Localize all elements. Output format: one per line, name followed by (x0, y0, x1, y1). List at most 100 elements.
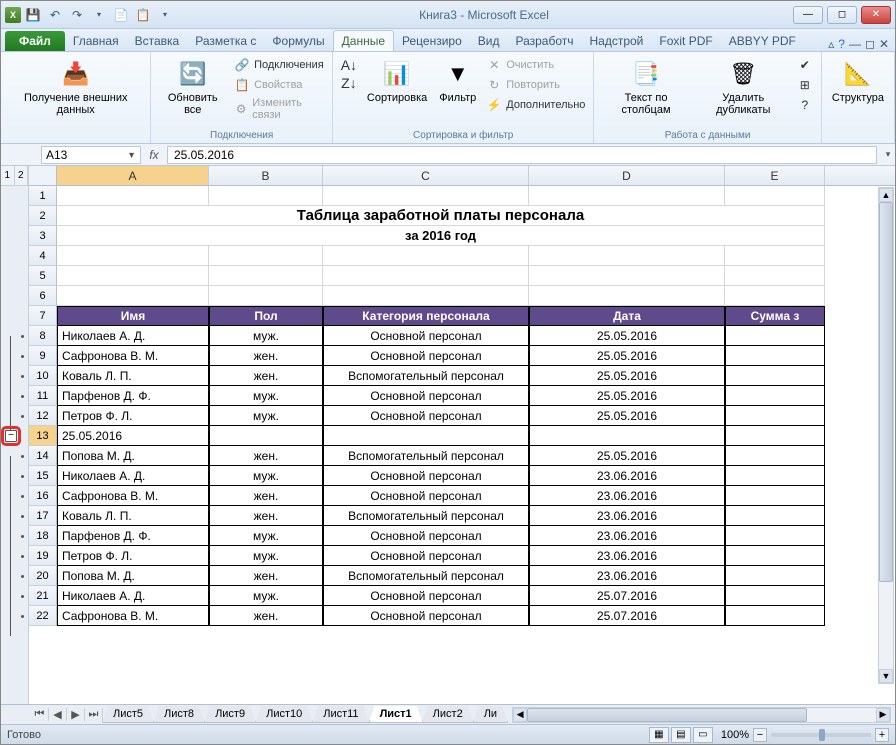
row-header[interactable]: 14 (29, 446, 57, 466)
row-header[interactable]: 12 (29, 406, 57, 426)
zoom-level[interactable]: 100% (721, 729, 749, 741)
ribbon-tab-7[interactable]: Разработч (507, 31, 581, 51)
data-cell[interactable] (725, 566, 825, 586)
edit-links-button[interactable]: ⚙Изменить связи (232, 96, 326, 122)
row-header[interactable]: 19 (29, 546, 57, 566)
sheet-nav-prev-icon[interactable]: ◀ (49, 708, 67, 721)
data-cell[interactable]: Основной персонал (323, 526, 529, 546)
file-tab[interactable]: Файл (5, 31, 65, 51)
formula-input[interactable]: 25.05.2016 (167, 146, 877, 164)
data-cell[interactable] (725, 366, 825, 386)
get-external-data-button[interactable]: 📥 Получение внешних данных (7, 56, 144, 118)
data-cell[interactable]: Основной персонал (323, 326, 529, 346)
namebox-dropdown-icon[interactable]: ▼ (127, 150, 136, 160)
name-box[interactable]: A13 ▼ (41, 146, 141, 164)
data-cell[interactable]: 23.06.2016 (529, 486, 725, 506)
cell[interactable] (323, 246, 529, 266)
data-cell[interactable]: 25.05.2016 (529, 446, 725, 466)
row-header[interactable]: 13 (29, 426, 57, 446)
close-button[interactable]: ✕ (861, 6, 891, 24)
data-cell[interactable]: Петров Ф. Л. (57, 406, 209, 426)
data-cell[interactable]: муж. (209, 466, 323, 486)
clear-filter-button[interactable]: ✕Очистить (484, 56, 587, 74)
ribbon-tab-9[interactable]: Foxit PDF (651, 31, 720, 51)
data-cell[interactable]: 23.06.2016 (529, 506, 725, 526)
data-cell[interactable]: жен. (209, 446, 323, 466)
data-cell[interactable] (725, 546, 825, 566)
cell[interactable] (57, 286, 209, 306)
sheet-tab[interactable]: Ли (473, 706, 508, 723)
ribbon-tab-2[interactable]: Разметка с (187, 31, 264, 51)
sheet-tab[interactable]: Лист11 (312, 706, 369, 723)
cell[interactable] (57, 246, 209, 266)
formula-expand-icon[interactable]: ▾ (881, 149, 895, 160)
normal-view-button[interactable]: ▦ (649, 727, 669, 743)
data-cell[interactable] (725, 326, 825, 346)
hscroll-thumb[interactable] (527, 708, 807, 722)
data-cell[interactable] (725, 446, 825, 466)
data-cell[interactable]: муж. (209, 586, 323, 606)
cell[interactable] (209, 186, 323, 206)
cell[interactable] (57, 186, 209, 206)
scroll-left-icon[interactable]: ◀ (513, 708, 527, 722)
data-cell[interactable]: Основной персонал (323, 606, 529, 626)
data-cell[interactable]: Коваль Л. П. (57, 506, 209, 526)
data-cell[interactable]: жен. (209, 486, 323, 506)
table-header[interactable]: Имя (57, 306, 209, 326)
row-header[interactable]: 18 (29, 526, 57, 546)
cell[interactable] (323, 266, 529, 286)
doc-minimize-icon[interactable]: — (849, 37, 861, 51)
data-cell[interactable]: 23.06.2016 (529, 546, 725, 566)
data-cell[interactable] (725, 346, 825, 366)
data-cell[interactable]: муж. (209, 526, 323, 546)
row-header[interactable]: 2 (29, 206, 57, 226)
properties-button[interactable]: 📋Свойства (232, 76, 326, 94)
col-header-e[interactable]: E (725, 166, 825, 185)
row-header[interactable]: 15 (29, 466, 57, 486)
advanced-filter-button[interactable]: ⚡Дополнительно (484, 96, 587, 114)
ribbon-tab-1[interactable]: Вставка (127, 31, 188, 51)
data-cell[interactable]: Николаев А. Д. (57, 326, 209, 346)
cell[interactable] (725, 286, 825, 306)
row-header[interactable]: 9 (29, 346, 57, 366)
qat-custom-2[interactable]: 📋 (133, 5, 153, 25)
data-cell[interactable]: 23.06.2016 (529, 466, 725, 486)
scroll-right-icon[interactable]: ▶ (876, 708, 890, 722)
worksheet-grid[interactable]: 12Таблица заработной платы персонала3за … (29, 186, 895, 626)
ribbon-minimize-icon[interactable]: ▵ (828, 37, 834, 51)
ribbon-tab-8[interactable]: Надстрой (582, 31, 652, 51)
data-cell[interactable]: Основной персонал (323, 406, 529, 426)
data-cell[interactable]: Попова М. Д. (57, 566, 209, 586)
data-cell[interactable]: 25.05.2016 (529, 366, 725, 386)
subtotal-cell[interactable]: 25.05.2016 (57, 426, 209, 446)
ribbon-tab-4[interactable]: Данные (333, 30, 394, 51)
ribbon-tab-0[interactable]: Главная (65, 31, 127, 51)
doc-restore-icon[interactable]: ◻ (865, 37, 875, 51)
qat-more-icon[interactable]: ▾ (89, 5, 109, 25)
row-header[interactable]: 1 (29, 186, 57, 206)
cell[interactable] (725, 426, 825, 446)
data-cell[interactable]: Основной персонал (323, 486, 529, 506)
row-header[interactable]: 8 (29, 326, 57, 346)
data-cell[interactable]: Николаев А. Д. (57, 466, 209, 486)
reapply-filter-button[interactable]: ↻Повторить (484, 76, 587, 94)
ribbon-tab-6[interactable]: Вид (470, 31, 508, 51)
page-layout-view-button[interactable]: ▤ (671, 727, 691, 743)
col-header-a[interactable]: A (57, 166, 209, 185)
maximize-button[interactable]: ◻ (827, 6, 857, 24)
minimize-button[interactable]: — (793, 6, 823, 24)
sheet-tab[interactable]: Лист1 (369, 706, 423, 723)
row-header[interactable]: 7 (29, 306, 57, 326)
outline-button[interactable]: 📐 Структура (828, 56, 888, 106)
cell[interactable] (725, 186, 825, 206)
cell[interactable] (57, 266, 209, 286)
data-cell[interactable]: Сафронова В. М. (57, 606, 209, 626)
data-cell[interactable]: 25.05.2016 (529, 406, 725, 426)
sheet-tab[interactable]: Лист10 (255, 706, 313, 723)
data-cell[interactable]: муж. (209, 546, 323, 566)
row-header[interactable]: 17 (29, 506, 57, 526)
qat-custom-1[interactable]: 📄 (111, 5, 131, 25)
data-validation-button[interactable]: ✔ (795, 56, 815, 74)
col-header-b[interactable]: B (209, 166, 323, 185)
col-header-c[interactable]: C (323, 166, 529, 185)
